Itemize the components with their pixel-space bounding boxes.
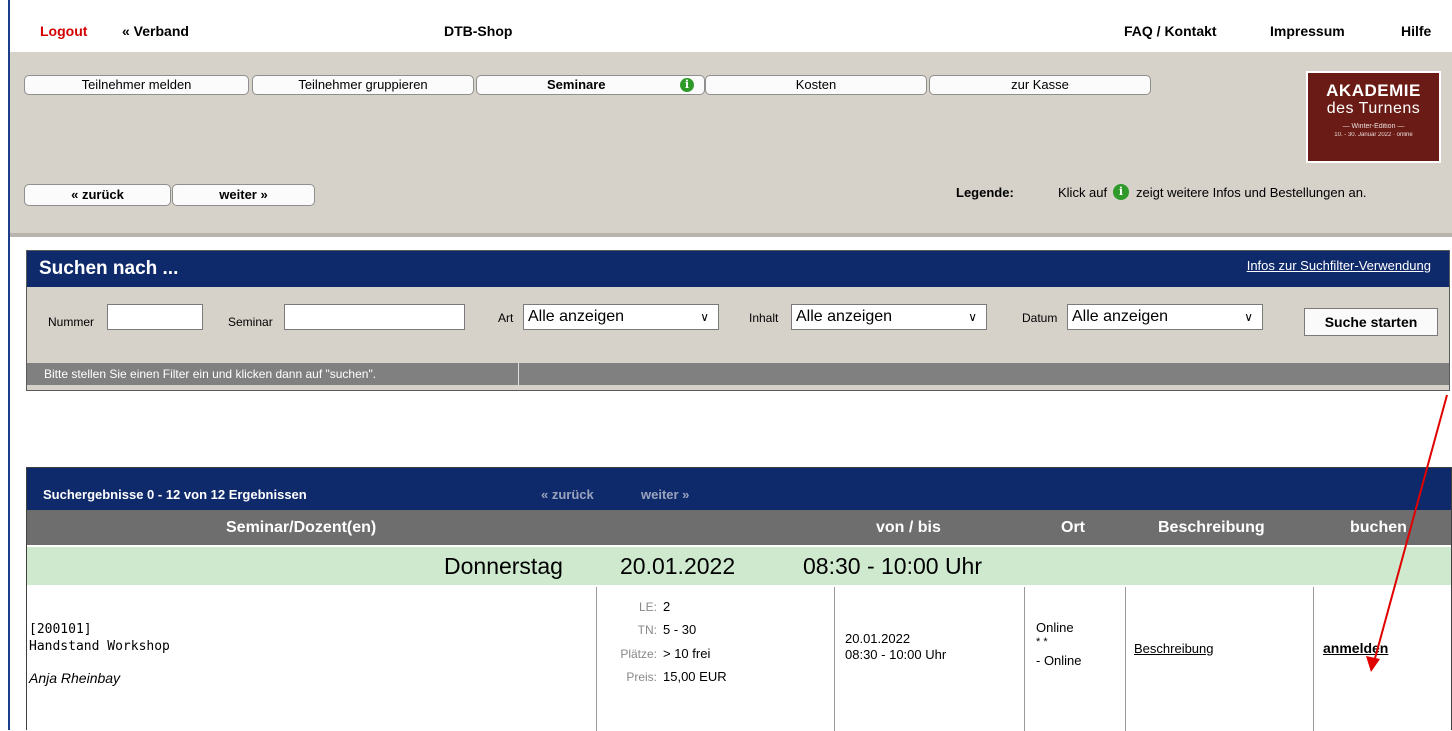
- chevron-down-icon: ∨: [968, 310, 977, 324]
- logo-line2: des Turnens: [1326, 100, 1421, 117]
- col-ort: Ort: [1061, 519, 1085, 536]
- day-time: 08:30 - 10:00 Uhr: [803, 553, 983, 579]
- info-icon[interactable]: i: [680, 78, 694, 92]
- preis-label: Preis:: [626, 670, 657, 684]
- step-label: Seminare: [547, 77, 606, 92]
- search-panel: Suchen nach ... Infos zur Suchfilter-Ver…: [26, 250, 1450, 391]
- tn-value: 5 - 30: [663, 622, 697, 637]
- search-button[interactable]: Suche starten: [1304, 308, 1438, 336]
- section-divider: [10, 233, 1452, 237]
- le-label: LE:: [638, 600, 657, 614]
- beschreibung-link[interactable]: Beschreibung: [1134, 641, 1214, 656]
- results-next-link[interactable]: weiter »: [641, 487, 689, 502]
- legend-info-icon: i: [1113, 184, 1129, 200]
- hilfe-link[interactable]: Hilfe: [1401, 23, 1431, 39]
- chevron-down-icon: ∨: [1244, 310, 1253, 324]
- logo-line1: AKADEMIE: [1326, 81, 1421, 100]
- step-seminare-button[interactable]: Seminare i: [476, 75, 705, 95]
- chevron-down-icon: ∨: [700, 310, 709, 324]
- step-kosten-button[interactable]: Kosten: [705, 75, 927, 95]
- plaetze-value: > 10 frei: [663, 646, 711, 661]
- art-value: Alle anzeigen: [528, 308, 625, 325]
- table-row-beschreibung-cell: Beschreibung: [1126, 587, 1314, 731]
- verband-link[interactable]: « Verband: [122, 23, 189, 39]
- search-status-text: Bitte stellen Sie einen Filter ein und k…: [27, 363, 519, 385]
- results-header: Suchergebnisse 0 - 12 von 12 Ergebnissen…: [27, 468, 1451, 510]
- legend-text-before: Klick auf: [1058, 185, 1108, 200]
- col-vonbis: von / bis: [876, 519, 941, 536]
- table-row-ort-cell: Online * * - Online: [1025, 587, 1126, 731]
- ort-line2: * *: [1036, 636, 1048, 648]
- results-prev-link[interactable]: « zurück: [541, 487, 594, 502]
- plaetze-label: Plätze:: [620, 647, 657, 661]
- search-header: Suchen nach ... Infos zur Suchfilter-Ver…: [27, 251, 1449, 287]
- step-label: Teilnehmer gruppieren: [298, 77, 428, 92]
- seminar-input[interactable]: [284, 304, 465, 330]
- col-buchen: buchen: [1350, 519, 1407, 536]
- legend-text-after: zeigt weitere Infos und Bestellungen an.: [1136, 185, 1367, 200]
- datum-select[interactable]: Alle anzeigen ∨: [1067, 304, 1263, 330]
- anmelden-link[interactable]: anmelden: [1323, 640, 1388, 656]
- art-label: Art: [498, 311, 514, 325]
- results-column-header: Seminar/Dozent(en) von / bis Ort Beschre…: [27, 510, 1451, 545]
- le-value: 2: [663, 599, 671, 614]
- datum-label: Datum: [1022, 311, 1058, 325]
- row-date: 20.01.2022: [845, 631, 911, 646]
- legend-label: Legende:: [956, 185, 1014, 200]
- day-date: 20.01.2022: [620, 553, 736, 579]
- search-info-link[interactable]: Infos zur Suchfilter-Verwendung: [1247, 258, 1431, 273]
- back-label: « zurück: [71, 187, 124, 202]
- search-button-label: Suche starten: [1324, 314, 1418, 330]
- art-select[interactable]: Alle anzeigen ∨: [523, 304, 719, 330]
- seminar-number: [200101]: [29, 622, 92, 637]
- table-row-details-cell: LE: 2 TN: 5 - 30 Plätze: > 10 frei Preis: 15…: [597, 587, 835, 731]
- step-teilnehmer-gruppieren-button[interactable]: Teilnehmer gruppieren: [252, 75, 474, 95]
- seminar-label: Seminar: [228, 315, 273, 329]
- step-teilnehmer-melden-button[interactable]: Teilnehmer melden: [24, 75, 249, 95]
- preis-value: 15,00 EUR: [663, 669, 727, 684]
- results-panel: Suchergebnisse 0 - 12 von 12 Ergebnissen…: [26, 467, 1452, 731]
- faq-link[interactable]: FAQ / Kontakt: [1124, 23, 1217, 39]
- shop-title: DTB-Shop: [444, 23, 513, 39]
- step-label: Kosten: [795, 77, 837, 92]
- search-title: Suchen nach ...: [39, 258, 179, 279]
- next-label: weiter »: [219, 187, 268, 202]
- table-row-seminar-cell: [200101] Handstand Workshop Anja Rheinba…: [27, 587, 597, 731]
- step-zur-kasse-button[interactable]: zur Kasse: [929, 75, 1151, 95]
- ort-line3: - Online: [1036, 653, 1082, 668]
- seminar-dozent: Anja Rheinbay: [29, 670, 121, 686]
- inhalt-select[interactable]: Alle anzeigen ∨: [791, 304, 987, 330]
- impressum-link[interactable]: Impressum: [1270, 23, 1345, 39]
- col-seminar: Seminar/Dozent(en): [226, 519, 377, 536]
- akademie-logo: AKADEMIE des Turnens — Winter-Edition — …: [1306, 71, 1441, 163]
- inhalt-label: Inhalt: [749, 311, 779, 325]
- logout-link[interactable]: Logout: [40, 23, 87, 39]
- seminar-name: Handstand Workshop: [29, 639, 170, 654]
- row-time: 08:30 - 10:00 Uhr: [845, 647, 947, 662]
- back-button[interactable]: « zurück: [24, 184, 171, 206]
- day-group-header: Donnerstag 20.01.2022 08:30 - 10:00 Uhr: [27, 547, 1451, 585]
- results-title: Suchergebnisse 0 - 12 von 12 Ergebnissen: [43, 487, 307, 502]
- day-weekday: Donnerstag: [444, 553, 563, 579]
- datum-value: Alle anzeigen: [1072, 308, 1169, 325]
- table-row-buchen-cell: anmelden: [1314, 587, 1451, 731]
- nummer-input[interactable]: [107, 304, 203, 330]
- col-beschreibung: Beschreibung: [1158, 519, 1265, 536]
- step-label: Teilnehmer melden: [81, 77, 192, 92]
- top-bar: Logout « Verband DTB-Shop FAQ / Kontakt …: [10, 9, 1452, 52]
- logo-line3: — Winter-Edition —: [1342, 123, 1405, 130]
- nummer-label: Nummer: [48, 315, 95, 329]
- tn-label: TN:: [637, 623, 657, 637]
- step-label: zur Kasse: [1011, 77, 1069, 92]
- ort-line1: Online: [1036, 620, 1074, 635]
- logo-line4: 10. - 30. Januar 2022 · online: [1334, 132, 1413, 138]
- search-status-bar: Bitte stellen Sie einen Filter ein und k…: [27, 363, 1449, 385]
- table-row-vonbis-cell: 20.01.2022 08:30 - 10:00 Uhr: [835, 587, 1025, 731]
- next-button[interactable]: weiter »: [172, 184, 315, 206]
- inhalt-value: Alle anzeigen: [796, 308, 893, 325]
